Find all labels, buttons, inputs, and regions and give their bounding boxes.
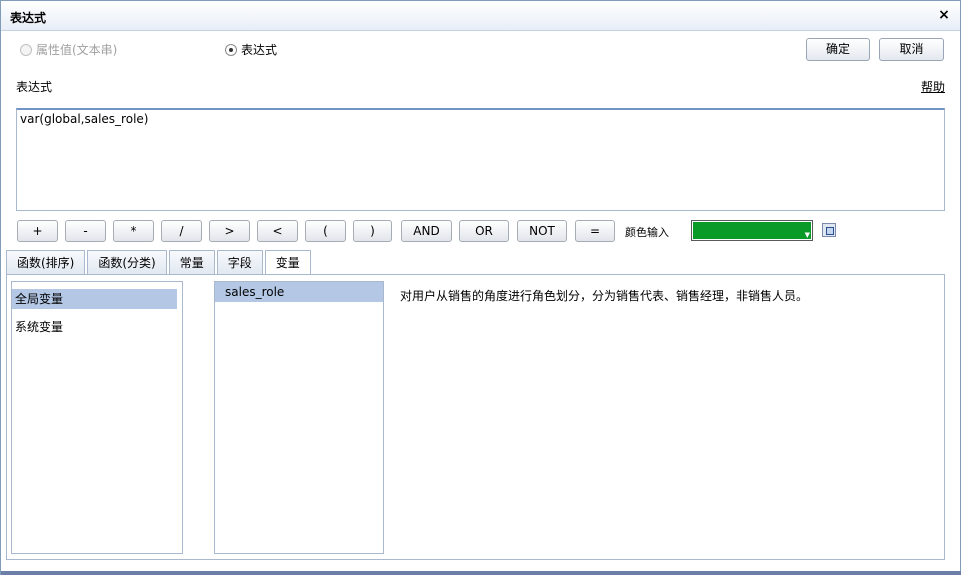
help-link[interactable]: 帮助 [921,78,945,95]
operator-plus-button[interactable]: + [17,220,58,242]
radio-expression[interactable]: 表达式 [225,41,277,58]
chevron-down-icon: ▼ [804,231,810,239]
tab-functions-sort[interactable]: 函数(排序) [6,250,86,275]
category-list[interactable]: 全局变量 系统变量 [11,281,183,554]
expression-label: 表达式 [16,80,53,94]
category-system-variables[interactable]: 系统变量 [12,317,177,337]
radio-expression-label: 表达式 [241,43,278,57]
variable-list[interactable]: sales_role [214,281,384,554]
operator-less-button[interactable]: < [257,220,298,242]
color-input-label: 颜色输入 [625,226,669,239]
color-picker-icon[interactable] [822,223,836,237]
operator-or-button[interactable]: OR [459,220,509,242]
expression-dialog: 表达式 × 属性值(文本串) 表达式 确定 取消 表达式 帮助 + - * / … [0,0,961,575]
tab-variables[interactable]: 变量 [264,250,311,276]
color-dropdown[interactable]: ▼ [691,220,813,241]
tab-constants[interactable]: 常量 [168,250,215,275]
operator-and-button[interactable]: AND [401,220,452,242]
tab-functions-category[interactable]: 函数(分类) [87,250,167,275]
ok-button[interactable]: 确定 [806,38,870,61]
expression-input[interactable] [16,108,945,211]
operator-divide-button[interactable]: / [161,220,202,242]
title-bar: 表达式 × [1,1,960,31]
operator-close-paren-button[interactable]: ) [353,220,392,242]
radio-string-value-label: 属性值(文本串) [36,43,118,57]
operator-multiply-button[interactable]: * [113,220,154,242]
operator-greater-button[interactable]: > [209,220,250,242]
cancel-button[interactable]: 取消 [879,38,944,61]
variable-sales-role[interactable]: sales_role [215,282,383,302]
variable-description: 对用户从销售的角度进行角色划分，分为销售代表、销售经理，非销售人员。 [400,289,809,303]
category-global-variables[interactable]: 全局变量 [12,289,177,309]
radio-checked-icon [225,43,237,56]
operator-not-button[interactable]: NOT [517,220,567,242]
operator-minus-button[interactable]: - [65,220,106,242]
tab-fields[interactable]: 字段 [216,250,263,275]
operator-equals-button[interactable]: = [575,220,615,242]
tab-bar: 函数(排序) 函数(分类) 常量 字段 变量 [6,250,311,276]
close-icon[interactable]: × [936,7,952,23]
radio-string-value[interactable]: 属性值(文本串) [20,41,117,58]
bottom-border [1,571,961,575]
dialog-title: 表达式 [10,11,47,25]
color-swatch [693,222,811,239]
radio-icon [20,43,32,56]
operator-open-paren-button[interactable]: ( [305,220,346,242]
